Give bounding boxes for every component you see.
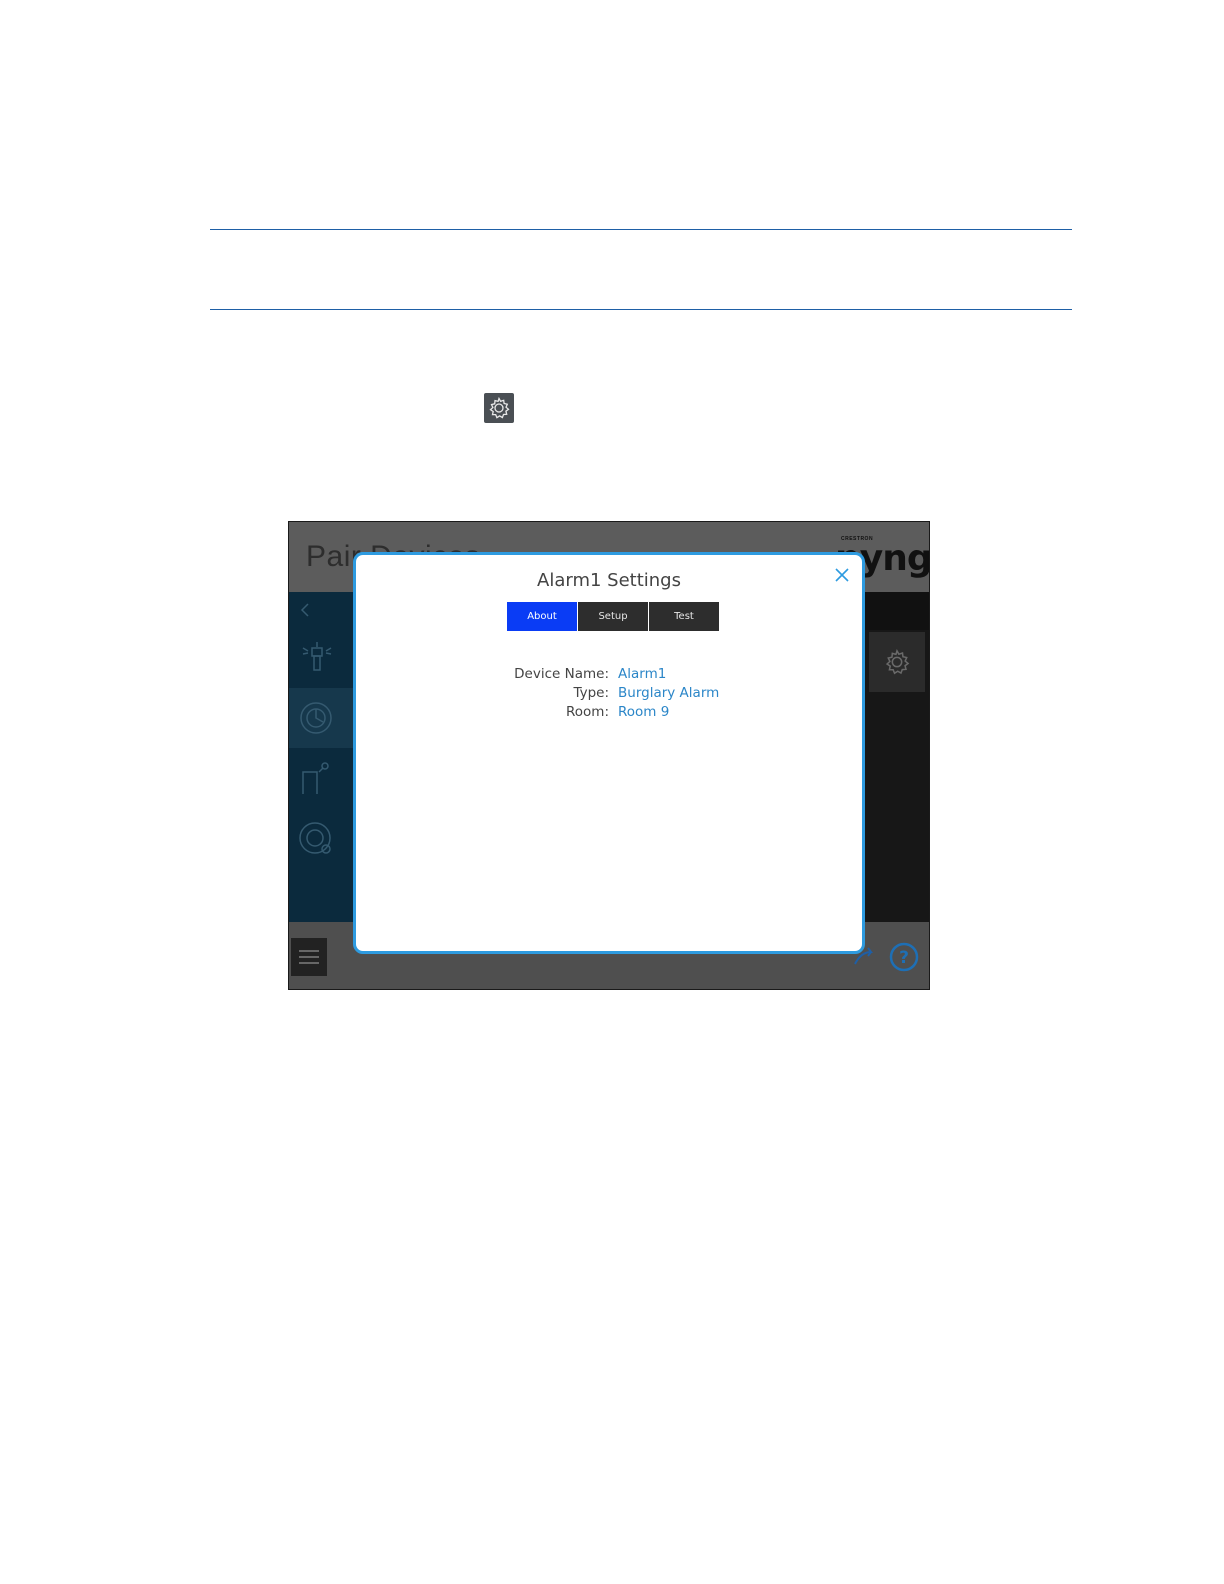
sidebar-item-smoke[interactable] <box>289 808 353 868</box>
svg-text:?: ? <box>899 948 909 968</box>
gear-icon <box>484 393 514 423</box>
door-sensor-icon <box>302 762 329 794</box>
modal-tabs: About Setup Test <box>507 602 720 631</box>
device-name-value: Alarm1 <box>618 666 667 682</box>
chevron-left-icon[interactable] <box>298 602 314 618</box>
type-label: Type: <box>573 685 609 701</box>
device-name-label: Device Name: <box>514 666 609 682</box>
app-screenshot: Pair Devices CRESTRON pyng <box>288 521 930 990</box>
hamburger-menu-icon[interactable] <box>291 938 327 976</box>
sidebar <box>289 592 353 922</box>
modal-title: Alarm1 Settings <box>537 570 681 591</box>
smoke-detector-icon <box>299 822 331 854</box>
gear-icon <box>885 649 910 675</box>
device-info: Device Name: Alarm1 Type: Burglary Alarm… <box>476 665 719 722</box>
type-value: Burglary Alarm <box>618 685 720 701</box>
tab-test[interactable]: Test <box>649 602 719 631</box>
bottom-divider <box>210 309 1072 310</box>
settings-modal: Alarm1 Settings About Setup Test Device … <box>353 552 865 954</box>
room-value: Room 9 <box>618 704 670 720</box>
settings-tile[interactable] <box>869 632 925 692</box>
tab-about[interactable]: About <box>507 602 577 631</box>
alarm-dial-icon <box>300 702 332 734</box>
help-icon[interactable]: ? <box>889 942 919 972</box>
top-divider <box>210 229 1072 230</box>
sprinkler-icon <box>302 642 332 671</box>
close-icon[interactable] <box>834 567 850 583</box>
room-row: Room: Room 9 <box>476 703 719 722</box>
sidebar-item-door[interactable] <box>289 748 353 808</box>
tab-setup[interactable]: Setup <box>578 602 648 631</box>
device-name-row: Device Name: Alarm1 <box>476 665 719 684</box>
sidebar-item-sprinkler[interactable] <box>289 628 353 688</box>
room-label: Room: <box>566 704 609 720</box>
sidebar-item-alarm[interactable] <box>289 688 353 748</box>
type-row: Type: Burglary Alarm <box>476 684 719 703</box>
